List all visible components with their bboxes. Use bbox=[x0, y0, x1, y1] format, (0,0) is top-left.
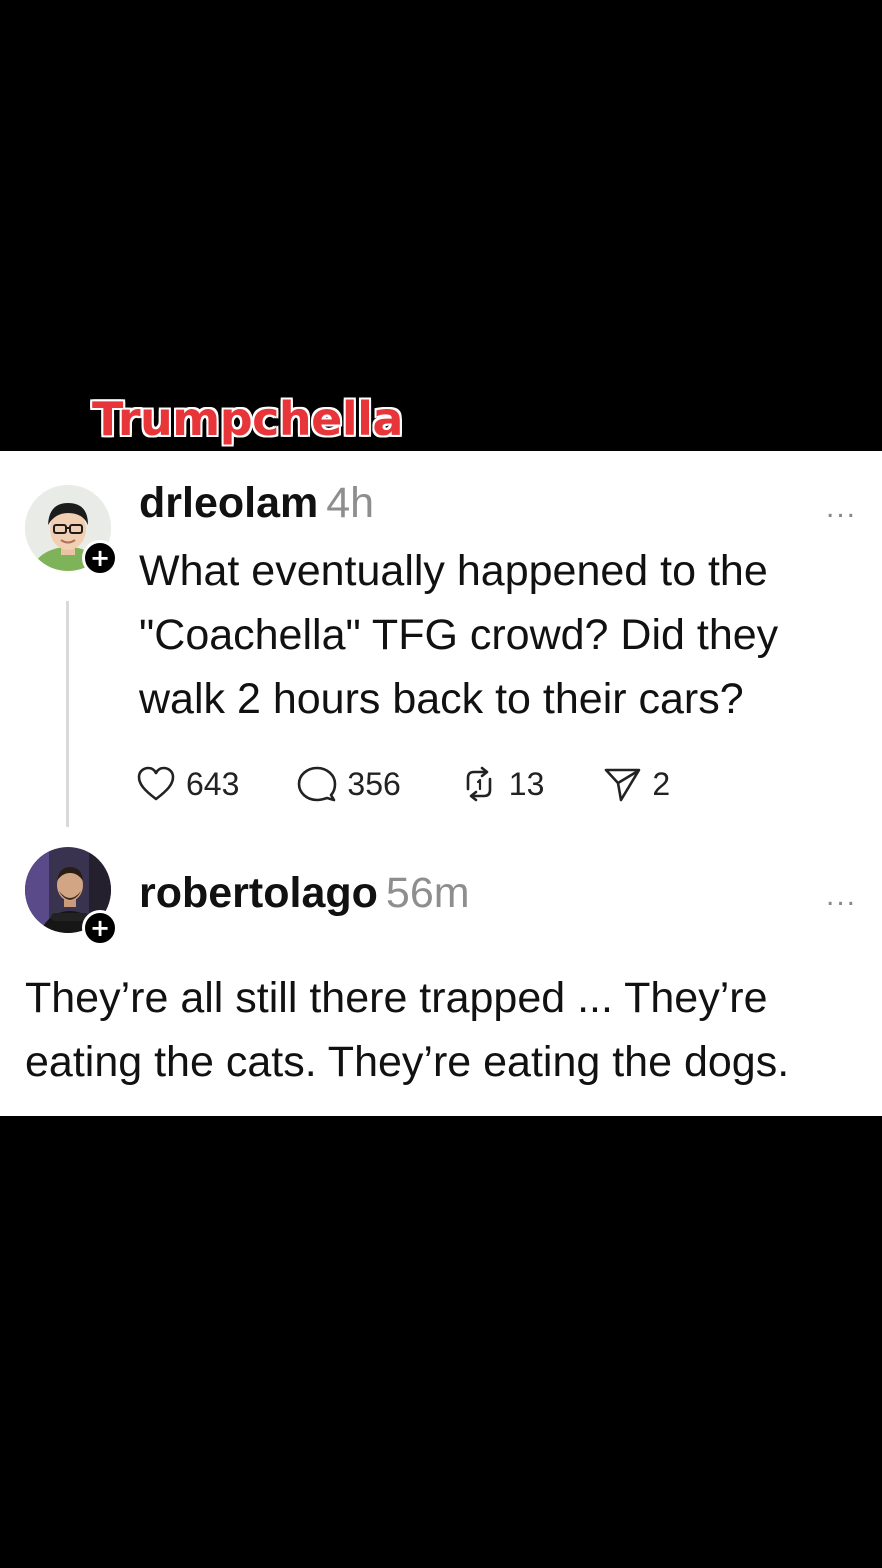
share-count: 2 bbox=[652, 765, 671, 802]
post-actions: 643 356 13 2 bbox=[136, 759, 728, 809]
more-dots-icon-reply[interactable]: ... bbox=[826, 881, 857, 911]
reply-username[interactable]: robertolago bbox=[139, 869, 378, 917]
post-timestamp: 4h bbox=[326, 479, 375, 527]
like-button[interactable]: 643 bbox=[136, 765, 239, 803]
repost-count: 13 bbox=[508, 765, 545, 802]
repost-arrows-icon bbox=[466, 766, 492, 802]
repost-button[interactable]: 13 bbox=[459, 765, 545, 803]
like-count: 643 bbox=[186, 765, 240, 802]
thread-card: + drleolam 4h ... What eventually happene… bbox=[0, 451, 882, 1116]
reply-body: They’re all still there trapped ... They… bbox=[25, 974, 790, 1086]
reply-timestamp: 56m bbox=[385, 869, 470, 917]
follow-plus-icon-reply[interactable]: + bbox=[82, 910, 118, 946]
reply-count: 356 bbox=[347, 765, 401, 802]
post-body: What eventually happened to the "Coachel… bbox=[139, 547, 779, 723]
send-paper-plane-icon bbox=[605, 768, 641, 802]
reply-button[interactable]: 356 bbox=[297, 765, 401, 803]
heart-icon bbox=[137, 766, 175, 801]
comment-bubble-icon bbox=[298, 766, 337, 802]
reply-author[interactable]: robertolago 56m bbox=[139, 869, 470, 918]
follow-plus-icon[interactable]: + bbox=[82, 540, 118, 576]
more-dots-icon[interactable]: ... bbox=[826, 493, 857, 523]
share-button[interactable]: 2 bbox=[602, 765, 670, 803]
post-username[interactable]: drleolam bbox=[139, 479, 318, 527]
thread-connector-line bbox=[66, 601, 69, 827]
overlay-caption: Trumpchella bbox=[92, 392, 403, 446]
post-author[interactable]: drleolam 4h bbox=[139, 479, 374, 528]
